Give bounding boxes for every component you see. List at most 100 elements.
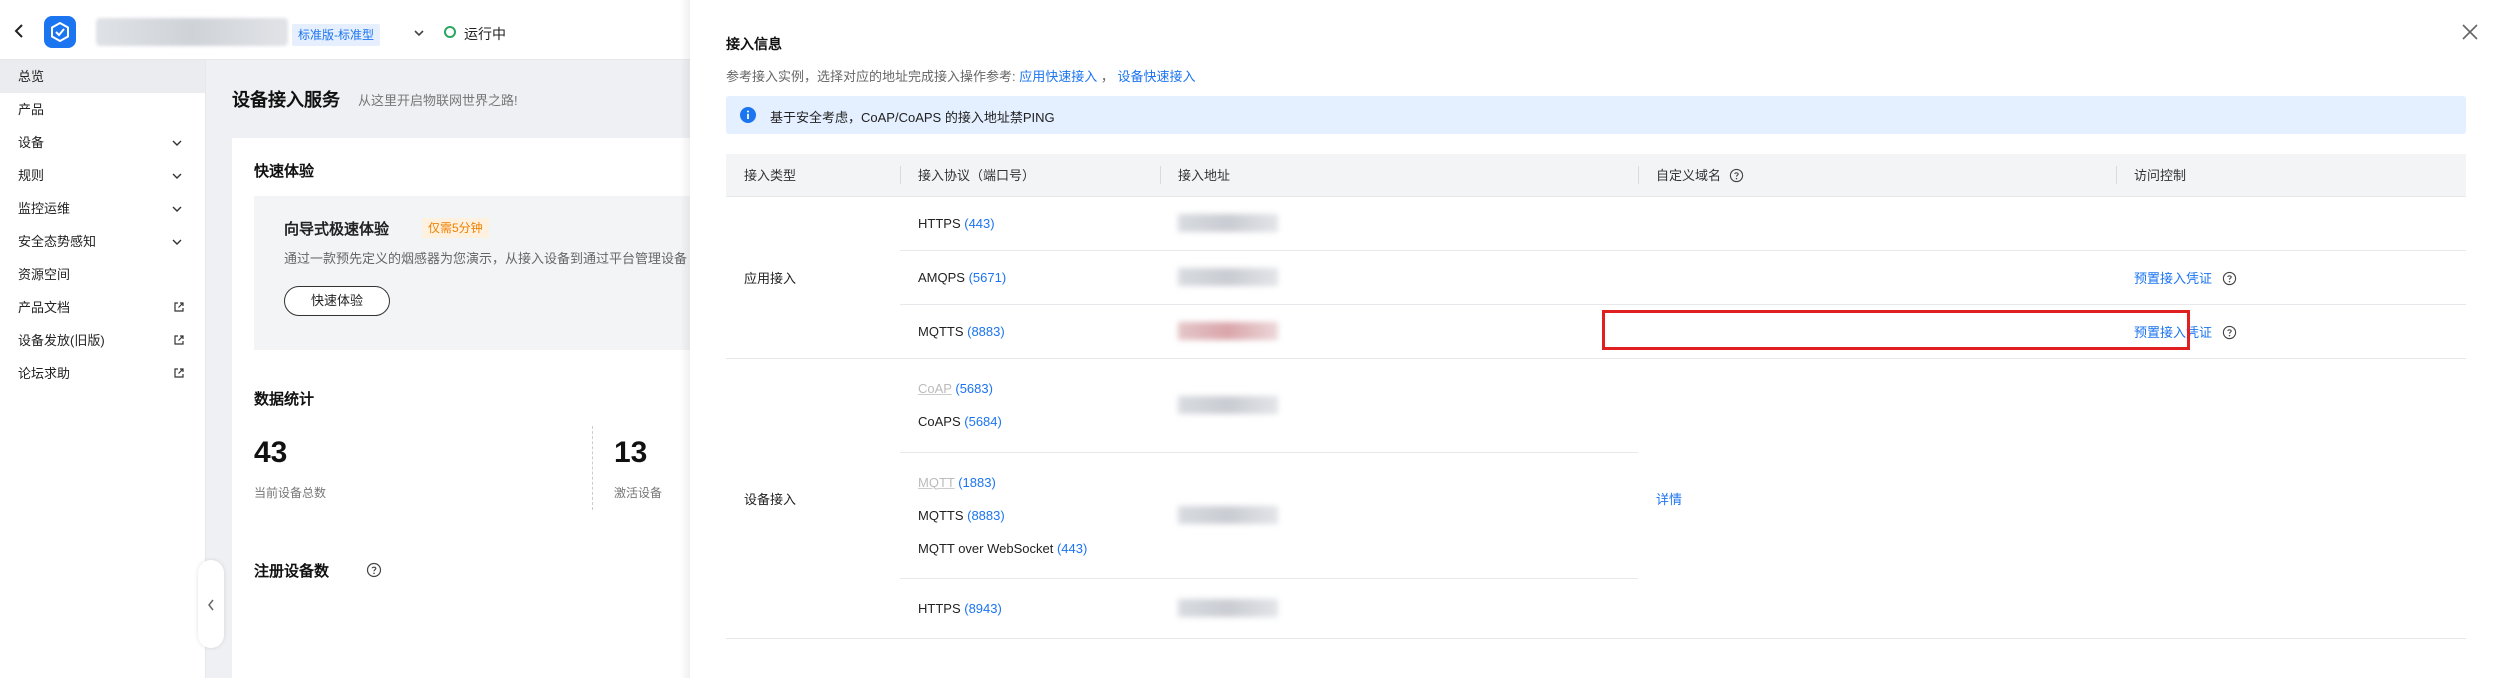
protocol-name: MQTTS: [918, 323, 964, 339]
total-devices-label: 当前设备总数: [254, 486, 327, 500]
domain-cell: [1638, 250, 2116, 305]
card-title: 快速体验: [254, 163, 315, 180]
port-number: (1883): [958, 474, 996, 490]
chevron-down-icon: [172, 239, 182, 245]
edition-badge: 标准版-标准型: [292, 24, 380, 46]
chevron-left-icon: [208, 599, 214, 611]
address-cell: [1160, 250, 1638, 305]
protocol-line: CoAPS (5684): [918, 405, 1160, 438]
cube-icon: [51, 21, 69, 43]
protocol-name: MQTT: [918, 474, 955, 490]
table-row: 应用接入 HTTPS (443): [726, 196, 2466, 359]
sidebar-item-devices[interactable]: 设备: [0, 126, 205, 159]
address-redacted[interactable]: [1178, 396, 1278, 414]
card-title: 数据统计: [254, 391, 315, 408]
page-subtitle: 从这里开启物联网世界之路!: [358, 93, 518, 108]
port-number: (8943): [964, 600, 1002, 616]
sidebar-item-monitoring[interactable]: 监控运维: [0, 192, 205, 225]
address-redacted[interactable]: [1178, 599, 1278, 617]
main-content: 设备接入服务 从这里开启物联网世界之路! 快速体验 向导式极速体验 仅需5分钟 …: [206, 60, 690, 678]
column-header-address: 接入地址: [1160, 154, 1638, 197]
access-control-cell: [2116, 358, 2466, 639]
sidebar-item-security[interactable]: 安全态势感知: [0, 225, 205, 258]
sidebar-item-overview[interactable]: 总览: [0, 60, 205, 93]
sidebar: 总览 产品 设备 规则 监控运维 安全态势感知 资源空间 产品文档 设备发放(旧…: [0, 60, 206, 678]
port-number: (5684): [964, 414, 1002, 429]
sidebar-item-products[interactable]: 产品: [0, 93, 205, 126]
external-link-icon: [174, 335, 184, 345]
chevron-down-icon[interactable]: [412, 26, 426, 40]
detail-link[interactable]: 详情: [1656, 492, 1682, 507]
device-quick-access-link[interactable]: 设备快速接入: [1118, 69, 1196, 84]
sidebar-item-label: 资源空间: [18, 267, 71, 282]
instance-name-redacted: [96, 18, 288, 46]
preset-credential-link[interactable]: 预置接入凭证: [2134, 325, 2212, 340]
app-logo: [44, 16, 76, 48]
access-control-cell: 预置接入凭证: [2116, 304, 2466, 359]
chevron-down-icon: [172, 206, 182, 212]
access-type-cell: 设备接入: [726, 358, 900, 639]
active-devices-value: 13: [614, 436, 648, 469]
help-icon[interactable]: [2222, 271, 2237, 286]
column-header-type: 接入类型: [726, 154, 900, 197]
guide-description: 通过一款预先定义的烟感器为您演示，从接入设备到通过平台管理设备: [284, 251, 688, 266]
close-icon[interactable]: [2460, 22, 2480, 42]
address-redacted[interactable]: [1178, 506, 1278, 524]
quick-experience-button[interactable]: 快速体验: [284, 286, 390, 316]
guide-title: 向导式极速体验: [284, 221, 390, 238]
protocol-cell: CoAP (5683) CoAPS (5684): [900, 358, 1160, 453]
sidebar-item-label: 总览: [18, 69, 45, 84]
preset-credential-link[interactable]: 预置接入凭证: [2134, 271, 2212, 286]
notice-text: 基于安全考虑，CoAP/CoAPS 的接入地址禁PING: [770, 110, 1055, 125]
divider: [592, 426, 593, 510]
description-text: 参考接入实例，选择对应的地址完成接入操作参考:: [726, 69, 1016, 84]
sidebar-item-resource-space[interactable]: 资源空间: [0, 258, 205, 291]
external-link-icon: [174, 302, 184, 312]
column-header-domain: 自定义域名: [1638, 154, 2116, 197]
domain-cell: [1638, 196, 2116, 251]
address-redacted[interactable]: [1178, 214, 1278, 232]
help-icon[interactable]: [2222, 325, 2237, 340]
address-cell: [1160, 358, 1638, 453]
protocol-name: CoAPS: [918, 414, 961, 429]
protocol-name: CoAP: [918, 381, 952, 396]
sidebar-item-provisioning[interactable]: 设备发放(旧版): [0, 324, 205, 357]
sidebar-item-docs[interactable]: 产品文档: [0, 291, 205, 324]
external-link-icon: [174, 368, 184, 378]
sidebar-item-forum[interactable]: 论坛求助: [0, 357, 205, 390]
sidebar-item-label: 设备: [18, 135, 45, 150]
app-quick-access-link[interactable]: 应用快速接入: [1019, 69, 1097, 84]
sidebar-item-label: 论坛求助: [18, 366, 71, 381]
sidebar-collapse-handle[interactable]: [198, 560, 224, 648]
protocol-name: MQTT over WebSocket: [918, 540, 1054, 556]
address-cell: [1160, 578, 1638, 639]
port-number: (443): [1056, 540, 1088, 556]
sidebar-item-label: 设备发放(旧版): [18, 333, 105, 348]
total-devices-value: 43: [254, 436, 288, 469]
registered-devices-card: 注册设备数: [232, 538, 690, 678]
column-header-access-control: 访问控制: [2116, 154, 2466, 197]
column-header-protocol: 接入协议（端口号）: [900, 154, 1160, 197]
back-arrow-icon[interactable]: [10, 22, 28, 40]
access-control-cell: 预置接入凭证: [2116, 250, 2466, 305]
domain-header-label: 自定义域名: [1656, 168, 1722, 184]
sidebar-item-label: 规则: [18, 168, 45, 183]
table-row: MQTTS (8883) 预置接入凭证: [726, 304, 2466, 359]
address-redacted[interactable]: [1178, 322, 1278, 340]
access-control-cell: [2116, 196, 2466, 251]
port-number: (8883): [967, 323, 1005, 339]
help-icon[interactable]: [1729, 168, 1744, 183]
drawer-title: 接入信息: [726, 36, 782, 52]
sidebar-item-rules[interactable]: 规则: [0, 159, 205, 192]
address-cell: [1160, 196, 1638, 251]
address-cell: [1160, 304, 1638, 359]
protocol-name: AMQPS: [918, 269, 965, 285]
protocol-name: HTTPS: [918, 215, 961, 231]
domain-cell: [1638, 304, 2116, 359]
protocol-name: MQTTS: [918, 507, 964, 523]
help-icon[interactable]: [366, 562, 382, 578]
access-endpoints-table: 接入类型 接入协议（端口号） 接入地址 自定义域名 访问控制 应用接入 HTTP…: [726, 154, 2466, 639]
drawer-description: 参考接入实例，选择对应的地址完成接入操作参考: 应用快速接入 ， 设备快速接入: [726, 66, 1196, 85]
address-redacted[interactable]: [1178, 268, 1278, 286]
protocol-line: MQTT (1883): [918, 466, 1160, 499]
